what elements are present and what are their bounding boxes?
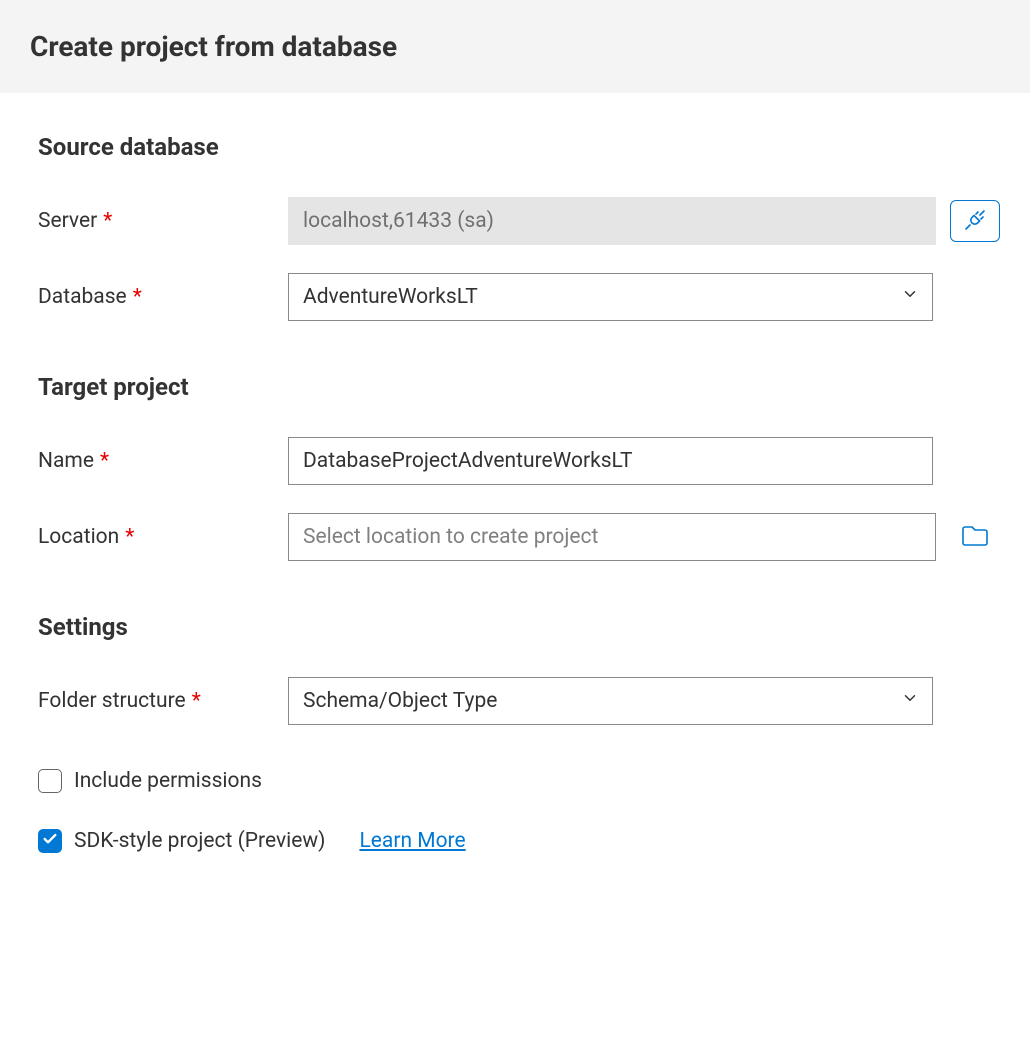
sdk-style-label: SDK-style project (Preview) (74, 829, 325, 853)
server-input (288, 197, 936, 245)
target-project-section: Target project Name* Location* (38, 373, 1000, 561)
dialog-content: Source database Server* (0, 93, 1030, 935)
required-indicator: * (192, 689, 201, 713)
connect-button[interactable] (950, 200, 1000, 242)
server-label: Server* (38, 209, 288, 233)
name-field-row: Name* (38, 437, 1000, 485)
required-indicator: * (103, 209, 112, 233)
server-field-row: Server* (38, 197, 1000, 245)
database-field-row: Database* (38, 273, 1000, 321)
target-project-heading: Target project (38, 373, 1000, 401)
source-database-heading: Source database (38, 133, 1000, 161)
location-field-row: Location* (38, 513, 1000, 561)
required-indicator: * (133, 285, 142, 309)
folder-structure-label: Folder structure* (38, 689, 288, 713)
source-database-section: Source database Server* (38, 133, 1000, 321)
settings-section: Settings Folder structure* Include permi… (38, 613, 1000, 853)
folder-icon (961, 524, 989, 551)
sdk-style-row: SDK-style project (Preview) Learn More (38, 829, 1000, 853)
location-label: Location* (38, 525, 288, 549)
include-permissions-label: Include permissions (74, 769, 262, 793)
dialog-title: Create project from database (30, 30, 1000, 63)
folder-structure-field-row: Folder structure* (38, 677, 1000, 725)
name-label: Name* (38, 449, 288, 473)
database-select[interactable] (288, 273, 933, 321)
folder-structure-select[interactable] (288, 677, 933, 725)
sdk-style-checkbox[interactable] (38, 829, 62, 853)
dialog-header: Create project from database (0, 0, 1030, 93)
database-label: Database* (38, 285, 288, 309)
include-permissions-row: Include permissions (38, 769, 1000, 793)
required-indicator: * (125, 525, 134, 549)
location-input[interactable] (288, 513, 936, 561)
settings-heading: Settings (38, 613, 1000, 641)
check-icon (42, 829, 58, 853)
learn-more-link[interactable]: Learn More (359, 829, 465, 853)
plug-icon (963, 208, 987, 235)
required-indicator: * (100, 449, 109, 473)
name-input[interactable] (288, 437, 933, 485)
include-permissions-checkbox[interactable] (38, 769, 62, 793)
browse-location-button[interactable] (950, 516, 1000, 558)
